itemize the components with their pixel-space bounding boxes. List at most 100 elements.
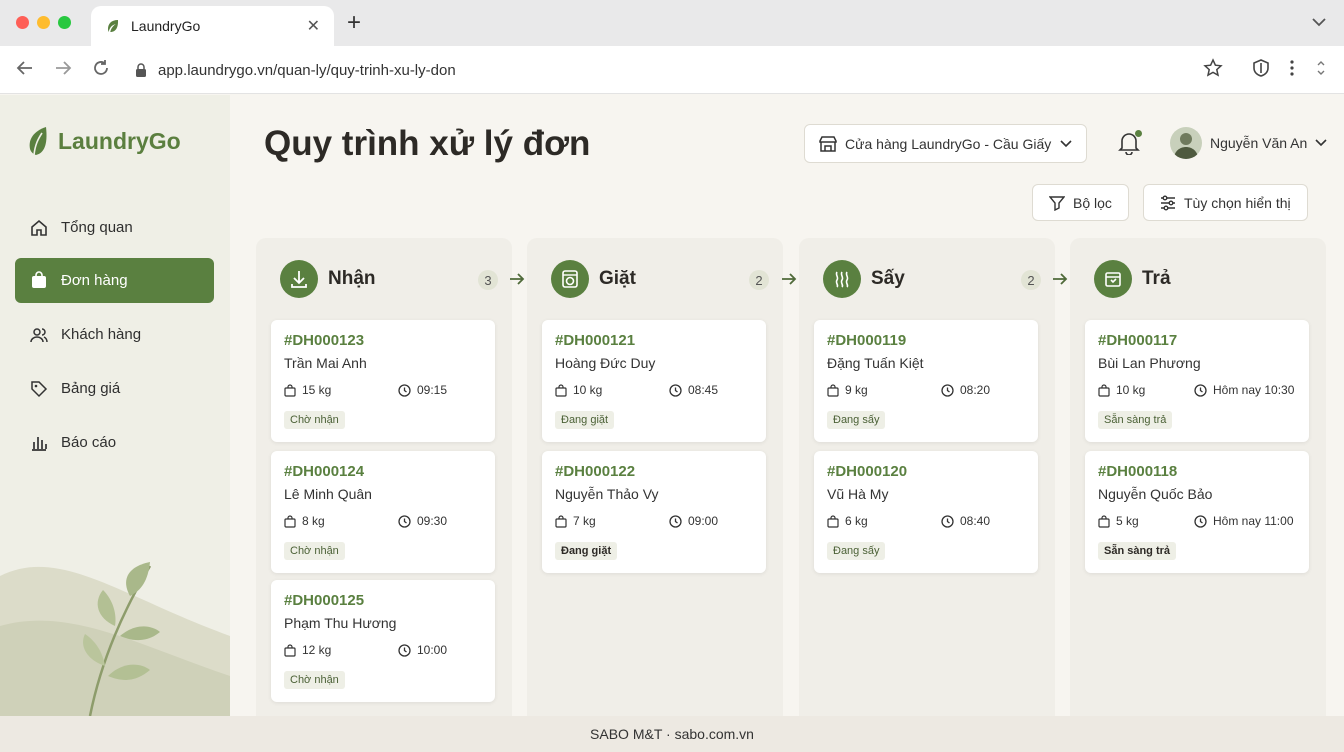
bag-icon: [827, 383, 839, 397]
chevron-down-icon: [1060, 139, 1072, 147]
order-weight: 7 kg: [573, 514, 596, 528]
column-header: Giặt: [551, 260, 636, 298]
order-card[interactable]: #DH000117 Bùi Lan Phương 10 kg Hôm nay 1…: [1085, 320, 1309, 442]
status-badge: Đang giặt: [555, 411, 615, 429]
store-selector[interactable]: Cửa hàng LaundryGo - Cầu Giấy: [804, 124, 1087, 163]
order-code: #DH000124: [284, 463, 365, 480]
status-badge: Chờ nhận: [284, 671, 345, 689]
heat-icon: [823, 260, 861, 298]
order-card[interactable]: #DH000122 Nguyễn Thảo Vy 7 kg 09:00 Đang…: [542, 451, 766, 573]
shield-icon[interactable]: [1251, 58, 1271, 83]
order-weight: 10 kg: [573, 383, 603, 397]
page-title: Quy trình xử lý đơn: [264, 124, 591, 163]
app-logo[interactable]: LaundryGo: [26, 125, 181, 157]
filter-icon: [1049, 195, 1065, 211]
sidebar-item-pricing[interactable]: Bảng giá: [15, 366, 214, 411]
browser-tab-bar: LaundryGo ✕ +: [0, 0, 1344, 46]
status-badge: Sẵn sàng trả: [1098, 411, 1173, 429]
order-card[interactable]: #DH000119 Đặng Tuấn Kiệt 9 kg 08:20 Đang…: [814, 320, 1038, 442]
column-title: Giặt: [599, 268, 636, 289]
order-time: 10:00: [417, 643, 448, 657]
order-card[interactable]: #DH000125 Phạm Thu Hương 12 kg 10:00 Chờ…: [271, 580, 495, 702]
status-badge: Đang sấy: [827, 411, 886, 429]
clock-icon: [941, 383, 954, 397]
order-code: #DH000123: [284, 332, 365, 349]
order-weight: 6 kg: [845, 514, 868, 528]
display-options-button[interactable]: Tùy chọn hiển thị: [1143, 184, 1308, 221]
user-name: Nguyễn Văn An: [1210, 135, 1308, 151]
extensions-icon[interactable]: [1316, 58, 1326, 83]
order-code: #DH000119: [827, 332, 907, 349]
bag-icon: [1098, 514, 1110, 528]
notification-bell-icon[interactable]: [1118, 130, 1142, 160]
minimize-window-button[interactable]: [37, 16, 50, 29]
order-card[interactable]: #DH000123 Trần Mai Anh 15 kg 09:15 Chờ n…: [271, 320, 495, 442]
leaf-logo-icon: [29, 127, 47, 156]
order-time: Hôm nay 11:00: [1213, 514, 1294, 528]
store-icon: [819, 135, 837, 152]
sidebar-item-label: Khách hàng: [61, 326, 142, 343]
display-options-label: Tùy chọn hiển thị: [1184, 194, 1291, 211]
order-card[interactable]: #DH000120 Vũ Hà My 6 kg 08:40 Đang sấy: [814, 451, 1038, 573]
order-time: Hôm nay 10:30: [1213, 383, 1295, 397]
sidebar-item-orders[interactable]: Đơn hàng: [15, 258, 214, 303]
tag-icon: [31, 380, 48, 397]
clock-icon: [398, 643, 411, 657]
order-time: 08:40: [960, 514, 991, 528]
order-weight: 10 kg: [1116, 383, 1146, 397]
sidebar-item-label: Tổng quan: [61, 219, 133, 236]
forward-arrow-icon[interactable]: [53, 58, 73, 83]
status-badge: Chờ nhận: [284, 542, 345, 560]
order-card[interactable]: #DH000118 Nguyễn Quốc Bảo 5 kg Hôm nay 1…: [1085, 451, 1309, 573]
store-selector-label: Cửa hàng LaundryGo - Cầu Giấy: [845, 135, 1052, 152]
chevron-down-icon[interactable]: [1312, 14, 1326, 30]
order-weight: 12 kg: [302, 643, 332, 657]
order-code: #DH000120: [827, 463, 908, 480]
url-text: app.laundrygo.vn/quan-ly/quy-trinh-xu-ly…: [158, 61, 456, 79]
customer-name: Vũ Hà My: [827, 486, 889, 502]
sidebar-item-reports[interactable]: Báo cáo: [15, 420, 214, 465]
more-menu-icon[interactable]: [1289, 58, 1295, 83]
bookmark-star-icon[interactable]: [1203, 58, 1223, 83]
customer-name: Lê Minh Quân: [284, 486, 372, 502]
column-count-badge: 3: [478, 270, 498, 290]
bag-icon: [827, 514, 839, 528]
order-card[interactable]: #DH000121 Hoàng Đức Duy 10 kg 08:45 Đang…: [542, 320, 766, 442]
customer-name: Trần Mai Anh: [284, 355, 367, 371]
close-tab-icon[interactable]: ✕: [307, 16, 320, 36]
browser-tab[interactable]: LaundryGo ✕: [91, 6, 334, 46]
users-icon: [30, 327, 48, 342]
bag-icon: [32, 270, 46, 288]
tab-title: LaundryGo: [131, 18, 201, 34]
clock-icon: [1194, 514, 1207, 528]
address-bar-row: app.laundrygo.vn/quan-ly/quy-trinh-xu-ly…: [0, 46, 1344, 94]
column-title: Nhận: [328, 268, 376, 289]
sidebar-item-customers[interactable]: Khách hàng: [15, 312, 214, 357]
url-field[interactable]: app.laundrygo.vn/quan-ly/quy-trinh-xu-ly…: [120, 52, 1240, 88]
filter-button[interactable]: Bộ lọc: [1032, 184, 1129, 221]
order-weight: 5 kg: [1116, 514, 1139, 528]
sidebar-item-label: Đơn hàng: [61, 272, 128, 289]
arrow-right-icon: [1052, 270, 1068, 291]
column-count-badge: 2: [749, 270, 769, 290]
maximize-window-button[interactable]: [58, 16, 71, 29]
reload-icon[interactable]: [92, 58, 110, 83]
order-time: 09:30: [417, 514, 448, 528]
kanban-column-return: Trả #DH000117 Bùi Lan Phương 10 kg Hôm n…: [1070, 238, 1326, 716]
column-title: Sấy: [871, 268, 905, 289]
user-menu[interactable]: Nguyễn Văn An: [1170, 127, 1327, 159]
footer-credit: SABO M&T · sabo.com.vn: [0, 716, 1344, 752]
avatar: [1170, 127, 1202, 159]
home-icon: [31, 219, 47, 236]
clock-icon: [398, 383, 411, 397]
new-tab-icon[interactable]: +: [347, 11, 361, 35]
sidebar-item-overview[interactable]: Tổng quan: [15, 205, 214, 250]
clock-icon: [669, 383, 682, 397]
order-time: 09:15: [417, 383, 448, 397]
order-weight: 8 kg: [302, 514, 325, 528]
sidebar: LaundryGo Tổng quan Đơn hàng Khách hàng …: [0, 95, 230, 716]
order-card[interactable]: #DH000124 Lê Minh Quân 8 kg 09:30 Chờ nh…: [271, 451, 495, 573]
back-arrow-icon[interactable]: [15, 58, 35, 83]
status-badge: Chờ nhận: [284, 411, 345, 429]
close-window-button[interactable]: [16, 16, 29, 29]
